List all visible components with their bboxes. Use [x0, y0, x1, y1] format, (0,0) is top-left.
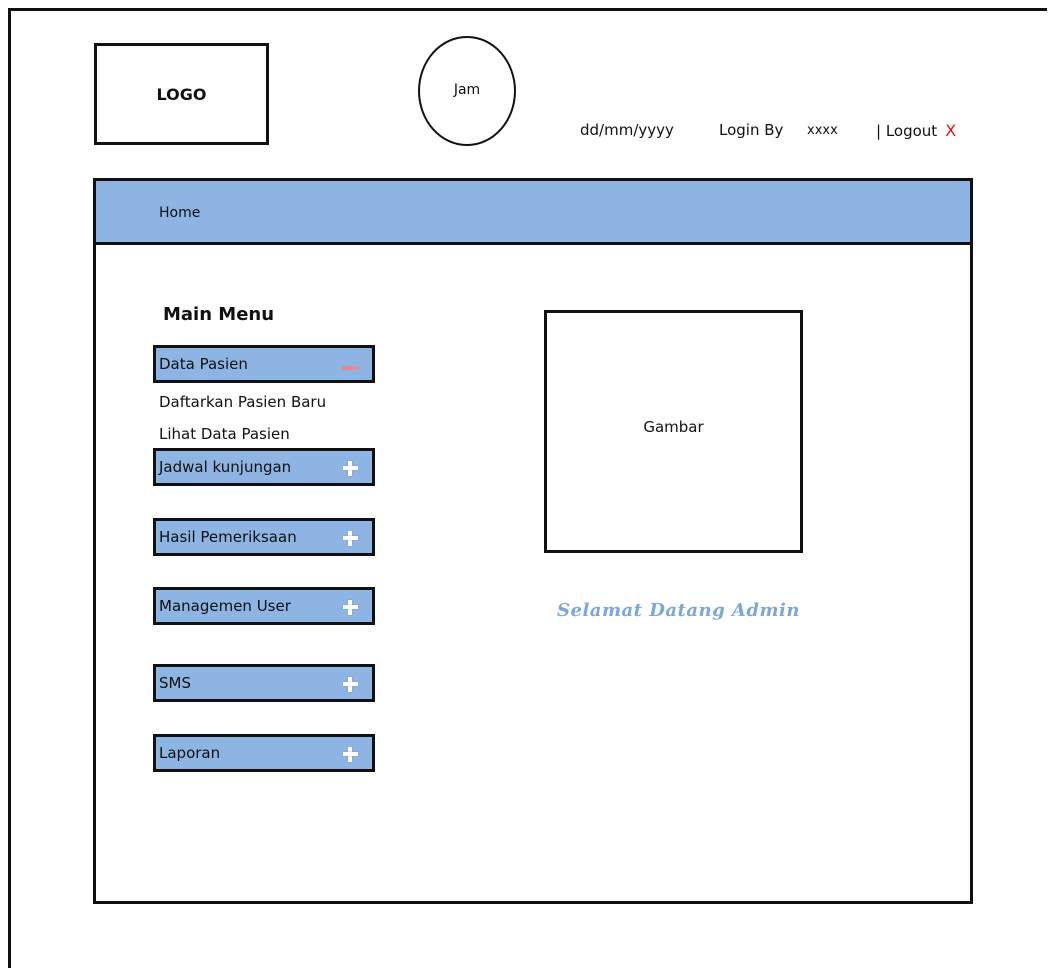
login-by-label: Login By — [719, 121, 784, 139]
menu-item-managemen-user[interactable]: Managemen User — [153, 587, 375, 625]
current-date: dd/mm/yyyy — [580, 121, 674, 139]
clock-label: Jam — [453, 82, 481, 98]
nav-home-link[interactable]: Home — [159, 205, 200, 221]
logo[interactable]: LOGO — [94, 43, 269, 145]
navigation-bar: Home — [93, 178, 973, 245]
menu-item-data-pasien[interactable]: Data Pasien — [153, 345, 375, 383]
minus-icon[interactable] — [342, 366, 359, 370]
plus-icon[interactable] — [343, 461, 358, 476]
menu-item-label: SMS — [159, 674, 191, 692]
welcome-message: Selamat Datang Admin — [557, 600, 800, 621]
logout-x-icon[interactable]: X — [945, 121, 956, 140]
submenu-daftarkan-pasien-baru[interactable]: Daftarkan Pasien Baru — [159, 393, 326, 411]
menu-item-laporan[interactable]: Laporan — [153, 734, 375, 772]
logo-label: LOGO — [156, 84, 207, 104]
menu-item-label: Managemen User — [159, 597, 291, 615]
logout-link[interactable]: | Logout X — [876, 121, 956, 140]
logout-label: | Logout — [876, 122, 938, 140]
main-menu-title: Main Menu — [163, 304, 275, 325]
menu-item-hasil-pemeriksaan[interactable]: Hasil Pemeriksaan — [153, 518, 375, 556]
username: xxxx — [807, 123, 838, 138]
menu-item-jadwal-kunjungan[interactable]: Jadwal kunjungan — [153, 448, 375, 486]
image-label: Gambar — [643, 417, 704, 436]
menu-item-sms[interactable]: SMS — [153, 664, 375, 702]
menu-item-label: Jadwal kunjungan — [159, 458, 292, 476]
plus-icon[interactable] — [343, 600, 358, 615]
plus-icon[interactable] — [343, 531, 358, 546]
menu-item-label: Hasil Pemeriksaan — [159, 528, 297, 546]
menu-item-label: Laporan — [159, 744, 221, 762]
plus-icon[interactable] — [343, 747, 358, 762]
submenu-lihat-data-pasien[interactable]: Lihat Data Pasien — [159, 425, 290, 443]
menu-item-label: Data Pasien — [159, 355, 248, 373]
clock: Jam — [418, 36, 516, 146]
plus-icon[interactable] — [343, 677, 358, 692]
content-area — [93, 243, 973, 904]
image-placeholder: Gambar — [544, 310, 803, 553]
